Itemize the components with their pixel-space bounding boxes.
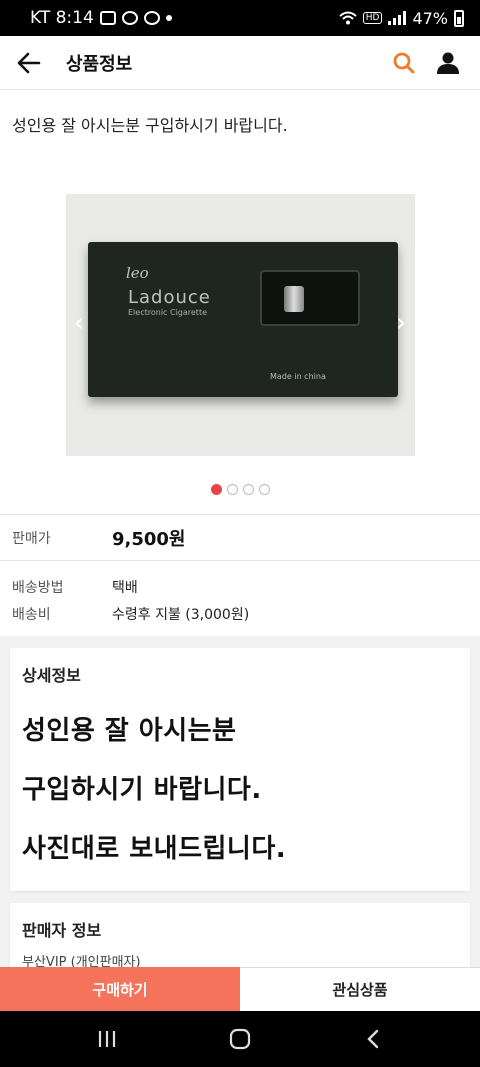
seller-card[interactable]: 판매자 정보 부산VIP (개인판매자) [10, 903, 470, 967]
hd-icon: HD [362, 12, 383, 24]
gallery-dot[interactable] [258, 484, 270, 495]
app-header: 상품정보 [0, 36, 480, 90]
device-part [284, 286, 304, 312]
product-photo[interactable]: leo Ladouce Electronic Cigarette Made in… [66, 194, 415, 456]
buy-button[interactable]: 구매하기 [0, 967, 240, 1011]
page-title: 상품정보 [66, 53, 133, 75]
image-gallery[interactable]: leo Ladouce Electronic Cigarette Made in… [0, 190, 480, 460]
detail-line: 사진대로 보내드립니다. [22, 834, 287, 864]
shipping-method-row: 배송방법 택배 [12, 573, 468, 600]
system-back-button[interactable] [343, 1019, 403, 1059]
detail-section: 상세정보 성인용 잘 아시는분 구입하시기 바랍니다. 사진대로 보내드립니다.… [0, 636, 480, 967]
gallery-dot[interactable] [226, 484, 238, 495]
talk-notification-icon [121, 11, 138, 25]
wishlist-button[interactable]: 관심상품 [240, 967, 480, 1011]
arrow-left-icon [17, 52, 41, 73]
battery-percent: 47% [412, 8, 448, 28]
shipping-fee-label: 배송비 [12, 606, 51, 623]
search-icon [393, 52, 415, 73]
shipping-method-label: 배송방법 [12, 579, 64, 596]
box-window [260, 270, 360, 326]
more-notifications-icon [165, 15, 172, 21]
gallery-notification-icon [99, 11, 116, 25]
photo-brand-text: Ladouce [128, 287, 211, 308]
photo-made-in-text: Made in china [270, 372, 326, 381]
photo-script-text: leo [126, 264, 149, 282]
home-icon [229, 1028, 251, 1050]
chevron-left-icon [367, 1029, 379, 1049]
price-value: 9,500원 [112, 528, 186, 550]
battery-icon [454, 9, 464, 27]
gallery-dot[interactable] [210, 484, 222, 495]
wifi-icon [339, 11, 357, 25]
shipping-fee-value: 수령후 지불 (3,000원) [112, 606, 250, 623]
detail-title: 상세정보 [22, 666, 81, 685]
recent-apps-button[interactable] [77, 1019, 137, 1059]
gallery-next-button[interactable]: › [392, 308, 410, 338]
profile-button[interactable] [432, 47, 464, 79]
shipping-method-value: 택배 [112, 579, 138, 596]
gallery-prev-button[interactable]: ‹ [70, 308, 88, 338]
detail-line: 성인용 잘 아시는분 [22, 716, 237, 746]
gallery-dot[interactable] [242, 484, 254, 495]
search-button[interactable] [388, 47, 420, 79]
shipping-fee-row: 배송비 수령후 지불 (3,000원) [12, 600, 468, 627]
gallery-pagination [0, 460, 480, 514]
shipping-info: 배송방법 택배 배송비 수령후 지불 (3,000원) [0, 560, 480, 636]
back-button[interactable] [0, 36, 58, 90]
signal-icon [388, 11, 407, 25]
detail-card: 상세정보 성인용 잘 아시는분 구입하시기 바랍니다. 사진대로 보내드립니다. [10, 648, 470, 891]
product-notice: 성인용 잘 아시는분 구입하시기 바랍니다. [12, 116, 288, 135]
home-button[interactable] [210, 1019, 270, 1059]
price-label: 판매가 [12, 530, 51, 547]
seller-title: 판매자 정보 [22, 921, 102, 940]
detail-line: 구입하시기 바랍니다. [22, 775, 262, 805]
product-content[interactable]: 성인용 잘 아시는분 구입하시기 바랍니다. leo Ladouce Elect… [0, 90, 480, 967]
seller-name: 부산VIP (개인판매자) [22, 955, 141, 967]
person-icon [437, 52, 459, 74]
app-notification-icon [143, 11, 160, 25]
carrier-time: KT 8:14 [30, 8, 94, 28]
price-row: 판매가 9,500원 [0, 514, 480, 560]
photo-subtitle-text: Electronic Cigarette [128, 308, 207, 317]
system-nav-bar [0, 1011, 480, 1067]
status-bar: KT 8:14 HD 47% [0, 0, 480, 36]
bottom-action-bar: 구매하기 관심상품 [0, 967, 480, 1011]
recent-apps-icon [98, 1031, 115, 1047]
product-box: leo Ladouce Electronic Cigarette Made in… [88, 242, 398, 397]
